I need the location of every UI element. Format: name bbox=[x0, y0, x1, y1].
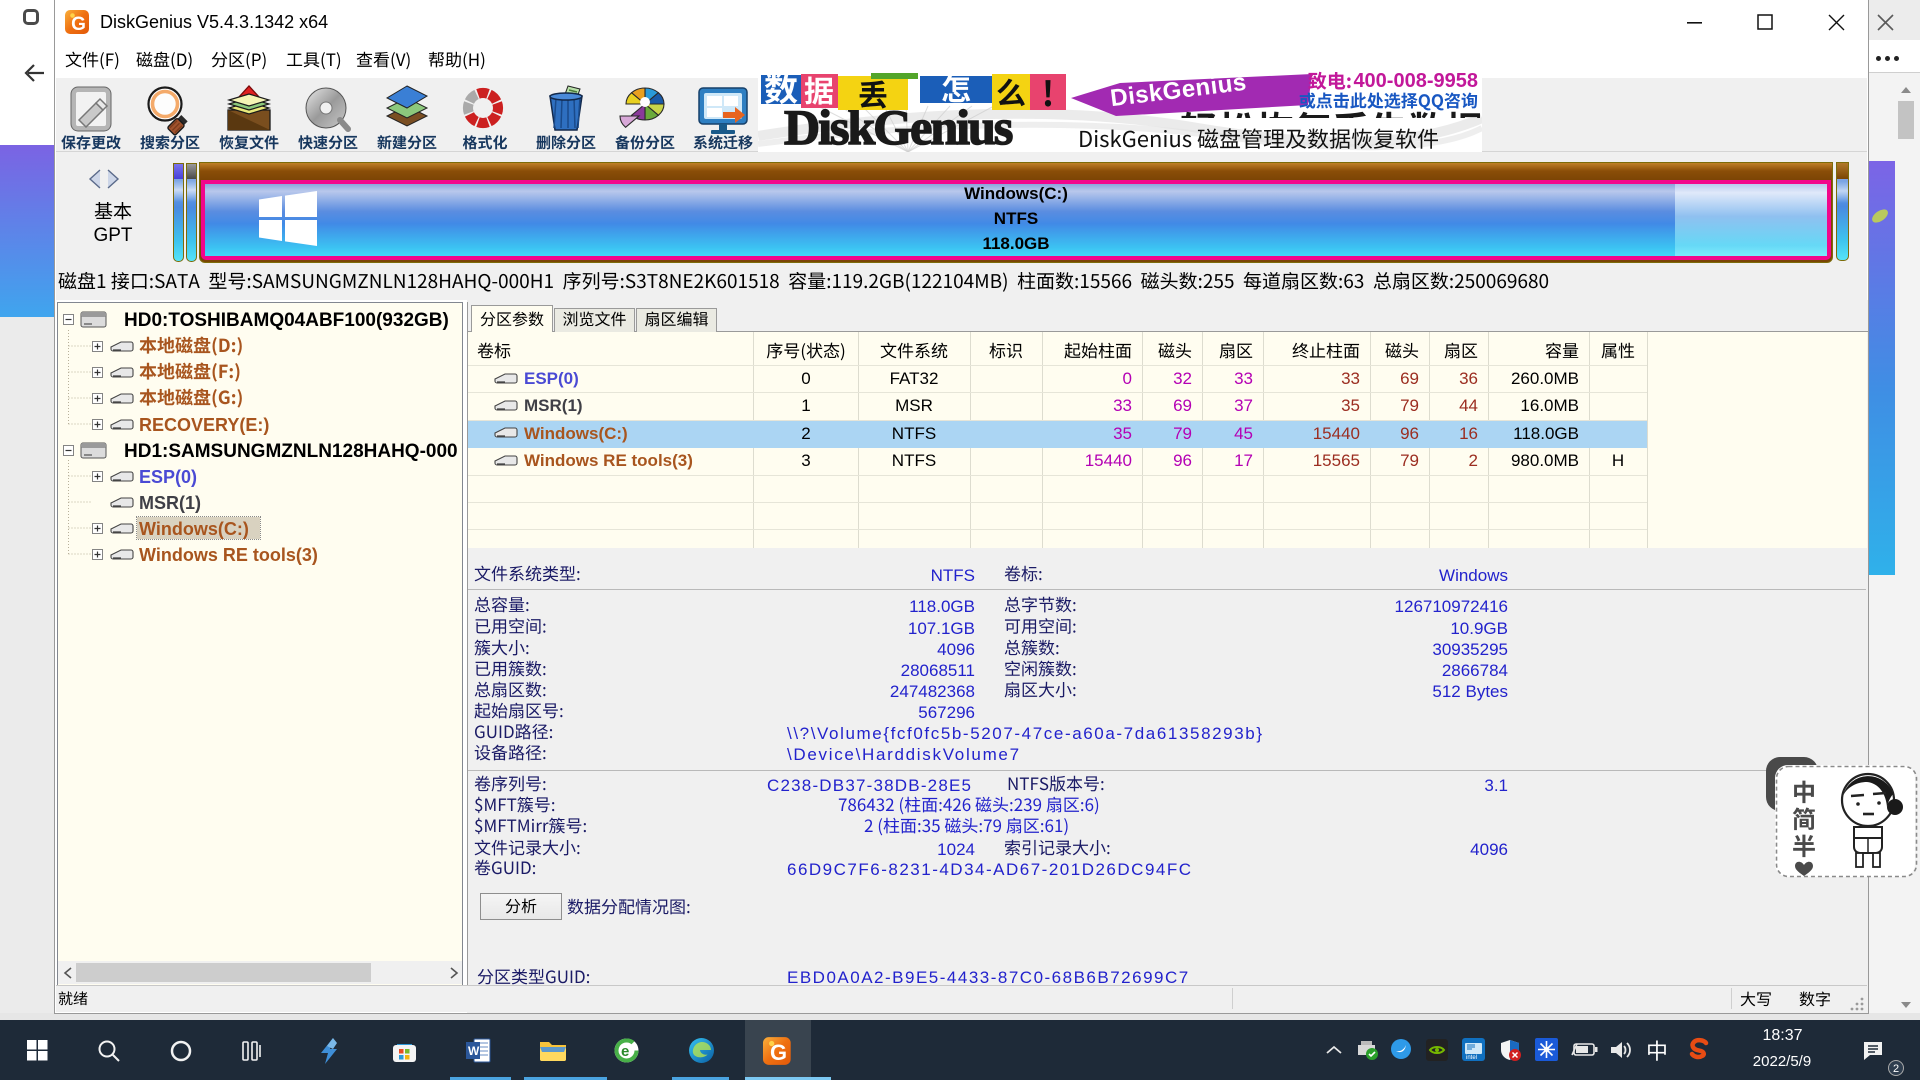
svg-text:intel: intel bbox=[1466, 1055, 1477, 1061]
svg-text:e: e bbox=[621, 1043, 629, 1060]
svg-text:EBD0A0A2-B9E5-4433-87C0-68B6B7: EBD0A0A2-B9E5-4433-87C0-68B6B72699C7 bbox=[787, 968, 1190, 985]
svg-text:G: G bbox=[770, 1040, 787, 1065]
svg-text:W: W bbox=[468, 1044, 480, 1058]
